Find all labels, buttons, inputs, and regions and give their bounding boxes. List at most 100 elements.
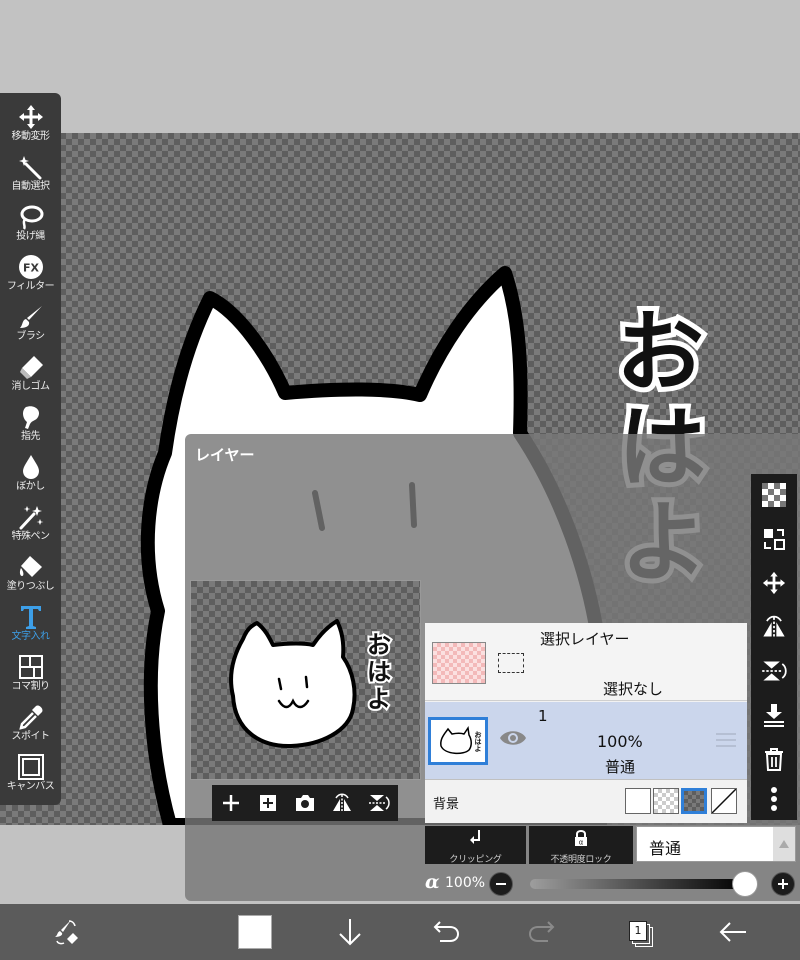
flip-vertical-icon <box>369 795 391 811</box>
redo-button[interactable] <box>514 904 570 960</box>
magic-wand-icon <box>18 156 41 180</box>
back-button[interactable] <box>705 904 761 960</box>
tool-special-pen[interactable]: 特殊ペン <box>0 501 61 551</box>
clipping-button[interactable]: クリッピング <box>425 826 526 865</box>
layer-preview[interactable]: お は よ <box>190 580 421 780</box>
tool-label: 特殊ペン <box>11 531 51 542</box>
tool-lasso[interactable]: 投げ縄 <box>0 201 61 251</box>
alpha-lock-button[interactable]: α 不透明度ロック <box>529 826 633 865</box>
selection-state: 選択なし <box>603 680 664 698</box>
swap-tool-button[interactable] <box>38 904 94 960</box>
preview-text-yo: よ <box>367 685 391 713</box>
add-layer-copy-button[interactable] <box>254 789 282 817</box>
layer-blend-mode: 普通 <box>605 758 636 776</box>
move-down-button[interactable] <box>322 904 378 960</box>
color-button[interactable] <box>227 904 283 960</box>
background-light-checker-swatch[interactable] <box>653 788 679 814</box>
trash-icon <box>765 748 783 771</box>
tool-label: キャンバス <box>6 781 55 792</box>
flip-horizontal-button[interactable] <box>328 789 356 817</box>
tool-label: 文字入れ <box>11 631 51 642</box>
preview-toolbar <box>212 785 398 821</box>
lock-icon: α <box>575 830 587 847</box>
flip-layer-vertical-button[interactable] <box>751 650 797 692</box>
delete-layer-button[interactable] <box>751 738 797 780</box>
tool-fill[interactable]: 塗りつぶし <box>0 551 61 601</box>
opacity-decrease-button[interactable] <box>489 872 513 896</box>
tool-label: 塗りつぶし <box>6 581 55 592</box>
tool-label: 指先 <box>21 431 41 442</box>
layer-list: 選択レイヤー 選択なし お は よ 1 100% 普通 背景 <box>425 623 747 823</box>
layers-button[interactable]: 1 <box>610 904 666 960</box>
tool-eraser[interactable]: 消しゴム <box>0 351 61 401</box>
tool-auto-select[interactable]: 自動選択 <box>0 151 61 201</box>
opacity-slider-track[interactable] <box>530 879 745 889</box>
tool-move-transform[interactable]: 移動変形 <box>0 101 61 151</box>
add-layer-button[interactable] <box>217 789 245 817</box>
merge-down-icon <box>764 704 784 727</box>
background-dark-checker-swatch[interactable] <box>681 788 707 814</box>
clipping-arrow-icon <box>469 830 480 844</box>
bottom-toolbar: 1 <box>0 904 800 960</box>
tool-label: 移動変形 <box>11 131 51 142</box>
tool-text[interactable]: 文字入れ <box>0 601 61 651</box>
preview-text-o: お <box>367 631 391 659</box>
tool-label: ブラシ <box>16 331 45 342</box>
background-none-swatch[interactable] <box>711 788 737 814</box>
layer-panel-title: レイヤー <box>195 446 255 464</box>
move-layer-button[interactable] <box>751 562 797 604</box>
blur-drop-icon <box>22 455 39 479</box>
arrow-down-icon <box>339 919 361 946</box>
tool-label: 投げ縄 <box>16 231 45 242</box>
selection-layer-row[interactable]: 選択レイヤー 選択なし <box>425 623 747 701</box>
tool-smudge[interactable]: 指先 <box>0 401 61 451</box>
alpha-lock-label: 不透明度ロック <box>550 855 612 865</box>
flip-vertical-button[interactable] <box>365 789 393 817</box>
background-white-swatch[interactable] <box>625 788 651 814</box>
tool-label: 消しゴム <box>11 381 51 392</box>
redo-icon <box>528 921 555 942</box>
layer-side-toolbar <box>751 474 797 820</box>
merge-down-button[interactable] <box>751 694 797 736</box>
tool-brush[interactable]: ブラシ <box>0 301 61 351</box>
transparency-button[interactable] <box>751 474 797 516</box>
layer-row[interactable]: お は よ 1 100% 普通 <box>425 702 747 780</box>
minus-icon <box>496 883 506 885</box>
visibility-toggle[interactable] <box>499 728 527 752</box>
blend-mode-value: 普通 <box>649 839 682 858</box>
undo-button[interactable] <box>418 904 474 960</box>
drag-handle-icon <box>716 733 736 747</box>
eraser-icon <box>19 356 43 379</box>
blend-mode-select[interactable]: 普通 <box>636 826 796 862</box>
selection-layer-title: 選択レイヤー <box>540 630 630 648</box>
preview-text-ha: は <box>367 658 391 686</box>
opacity-increase-button[interactable] <box>771 872 795 896</box>
brush-eraser-swap-icon <box>55 920 78 945</box>
more-options-button[interactable] <box>751 778 797 820</box>
tool-eyedropper[interactable]: スポイト <box>0 701 61 751</box>
flip-layer-horizontal-button[interactable] <box>751 606 797 648</box>
tool-blur[interactable]: ぼかし <box>0 451 61 501</box>
background-row: 背景 <box>425 781 747 823</box>
tool-canvas[interactable]: キャンバス <box>0 751 61 801</box>
frame-divider-icon <box>18 655 43 679</box>
opacity-slider-knob[interactable] <box>732 871 758 897</box>
undo-icon <box>433 921 460 942</box>
plus-icon <box>222 795 239 811</box>
layer-swap-icon <box>764 529 785 550</box>
canvas-text-o: お <box>616 301 704 404</box>
tool-label: 自動選択 <box>11 181 51 192</box>
layer-add-icon <box>259 795 276 811</box>
checker-icon <box>762 483 786 507</box>
layer-number: 1 <box>538 707 548 725</box>
camera-icon <box>295 795 314 811</box>
layer-swap-button[interactable] <box>751 518 797 560</box>
layer-panel: レイヤー お は よ 選択レイヤー 選択なし お は よ 1 100% 普通 背… <box>185 434 800 901</box>
tool-frame-divider[interactable]: コマ割り <box>0 651 61 701</box>
import-photo-button[interactable] <box>291 789 319 817</box>
tool-filter[interactable]: FX フィルター <box>0 251 61 301</box>
thumb-text-yo: よ <box>475 745 482 753</box>
more-vertical-icon <box>771 787 777 811</box>
reorder-handle[interactable] <box>715 732 737 752</box>
tool-label: スポイト <box>11 731 51 742</box>
